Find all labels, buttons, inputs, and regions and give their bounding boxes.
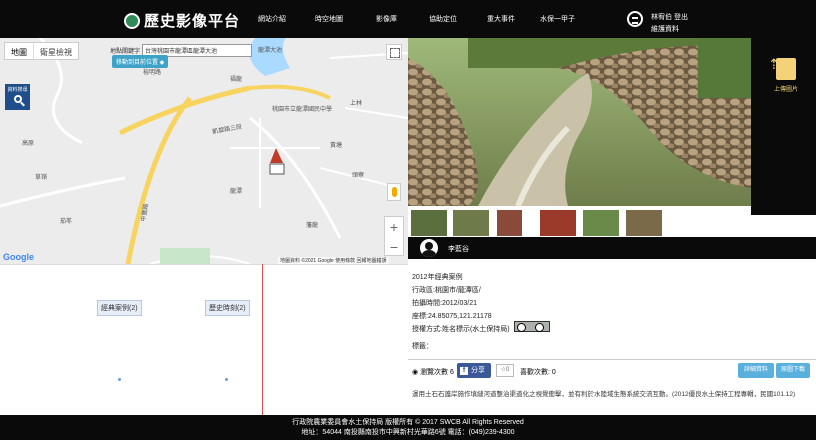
- facebook-share-button[interactable]: f 分享: [457, 363, 491, 378]
- map-label: 藩龍: [306, 223, 319, 229]
- main-photo[interactable]: [408, 38, 751, 206]
- like-count: 喜歡次數: 0: [520, 369, 556, 376]
- thumbnail[interactable]: [411, 210, 447, 236]
- info-district: 行政區:桃園市/龍潭區/: [412, 287, 481, 294]
- thumbnail-strip: [408, 206, 751, 236]
- download-original-button[interactable]: 原圖下載: [776, 363, 810, 378]
- detail-button[interactable]: 詳細資料: [738, 363, 774, 378]
- map-label: 裕明路: [143, 70, 162, 76]
- zoom-control: + −: [384, 216, 404, 256]
- classic-cases-button[interactable]: 經典案例(2): [97, 300, 142, 316]
- data-search-label: 資料搜尋: [7, 87, 28, 93]
- map-label: 桃園市立龍潭國民中學: [272, 107, 333, 113]
- fullscreen-icon[interactable]: [386, 44, 402, 60]
- tab-satellite[interactable]: 衛星檢視: [33, 43, 78, 59]
- map-label: 黃塘: [330, 143, 343, 149]
- timeline-panel: [0, 264, 408, 415]
- top-navigation-bar: 歷史影像平台 網站介紹 時空地圖 影像庫 協助定位 重大事件 水保一甲子 林宥伯…: [0, 0, 816, 38]
- facebook-icon: f: [460, 367, 468, 375]
- thumbnail[interactable]: [497, 210, 522, 236]
- map-type-control: 地圖 衛星檢視: [4, 42, 79, 60]
- search-icon: [13, 95, 22, 103]
- map-attribution[interactable]: 地圖資料 ©2021 Google 使用條款 回報地圖錯誤: [278, 257, 389, 264]
- thumbnail[interactable]: [453, 210, 489, 236]
- upload-image-button[interactable]: ⇡ 上傳圖片: [768, 56, 802, 96]
- historical-moments-button[interactable]: 歷史時刻(2): [205, 300, 250, 316]
- nav-sixty-years[interactable]: 水保一甲子: [540, 14, 575, 24]
- google-logo: Google: [3, 252, 34, 262]
- thumbnail[interactable]: [583, 210, 619, 236]
- map-label: 高原: [22, 141, 35, 147]
- map-marker-icon[interactable]: [270, 148, 283, 163]
- nav-site-intro[interactable]: 網站介紹: [258, 14, 286, 24]
- info-license: 授權方式:姓名標示(水土保持局): [412, 326, 510, 333]
- map-canvas[interactable]: [0, 38, 408, 264]
- author-name[interactable]: 李藍谷: [448, 244, 469, 254]
- map-label: 福龍: [230, 77, 243, 83]
- site-logo[interactable]: 歷史影像平台: [124, 10, 240, 31]
- map-label: 上林: [350, 101, 363, 107]
- user-logout-link[interactable]: 林宥伯 登出: [651, 12, 688, 22]
- zoom-out-button[interactable]: −: [385, 237, 403, 257]
- footer-copyright: 行政院農業委員會水土保持局 版權所有 © 2017 SWCB All Right…: [292, 419, 524, 426]
- nav-image-library[interactable]: 影像庫: [376, 14, 397, 24]
- nav-help-locate[interactable]: 協助定位: [429, 14, 457, 24]
- eye-icon: ◉: [412, 369, 421, 376]
- zoom-in-button[interactable]: +: [385, 217, 403, 237]
- view-count: ◉ 瀏覽次數 6: [412, 367, 454, 377]
- map-label: 頭寮: [352, 173, 365, 179]
- author-bar: 李藍谷: [408, 237, 816, 259]
- tab-map[interactable]: 地圖: [5, 43, 33, 59]
- nav-spacetime-map[interactable]: 時空地圖: [315, 14, 343, 24]
- map-label: 茄苳: [60, 219, 73, 225]
- site-title: 歷史影像平台: [144, 12, 241, 30]
- map-panel[interactable]: 地圖 衛星檢視 地點關鍵字 台灣桃園市龍潭區龍潭大池 移動到目前位置 ◆ 資料搜…: [0, 38, 408, 264]
- nav-major-events[interactable]: 重大事件: [487, 14, 515, 24]
- footer-address: 地址：54044 南投縣南投市中興新村光華路6號 電話：(049)239-430…: [301, 429, 515, 436]
- photo-image: [408, 38, 751, 206]
- timeline-dot[interactable]: [118, 378, 121, 381]
- photo-description: 運用土石石護岸施作填縫河道整治渠道化之視覺衝擊，並有利於水陸域生態系統交流互動。…: [412, 391, 796, 398]
- like-button-count: 0: [506, 367, 510, 373]
- info-title: 2012年經典案例: [412, 274, 463, 281]
- user-icon[interactable]: [627, 11, 643, 27]
- share-label: 分享: [471, 367, 485, 374]
- location-label: 地點關鍵字: [110, 49, 141, 55]
- street-view-pegman-icon[interactable]: [387, 183, 401, 201]
- avatar[interactable]: [420, 239, 438, 257]
- map-label: 龍潭: [230, 189, 243, 195]
- info-date: 拍攝時間:2012/03/21: [412, 300, 477, 307]
- view-count-text: 瀏覽次數 6: [420, 369, 454, 376]
- divider: [408, 359, 816, 360]
- info-coords: 座標:24.85075,121.21178: [412, 313, 492, 320]
- like-button[interactable]: ☆0: [496, 364, 514, 377]
- logo-icon: [124, 12, 140, 29]
- map-label: 龍潭大池: [258, 48, 283, 54]
- timeline-divider: [262, 264, 263, 415]
- data-search-button[interactable]: 資料搜尋: [5, 84, 30, 110]
- footer: 行政院農業委員會水土保持局 版權所有 © 2017 SWCB All Right…: [0, 415, 816, 440]
- thumbnail[interactable]: [626, 210, 662, 236]
- timeline-dot[interactable]: [225, 378, 228, 381]
- creative-commons-icon[interactable]: [514, 321, 550, 332]
- thumbnail[interactable]: [540, 210, 576, 236]
- upload-label: 上傳圖片: [774, 87, 799, 93]
- map-label: 草嶺: [35, 175, 48, 181]
- info-tags-label: 標籤：: [412, 343, 433, 350]
- image-file-icon: [776, 58, 796, 80]
- maintain-data-link[interactable]: 維護資料: [651, 24, 679, 34]
